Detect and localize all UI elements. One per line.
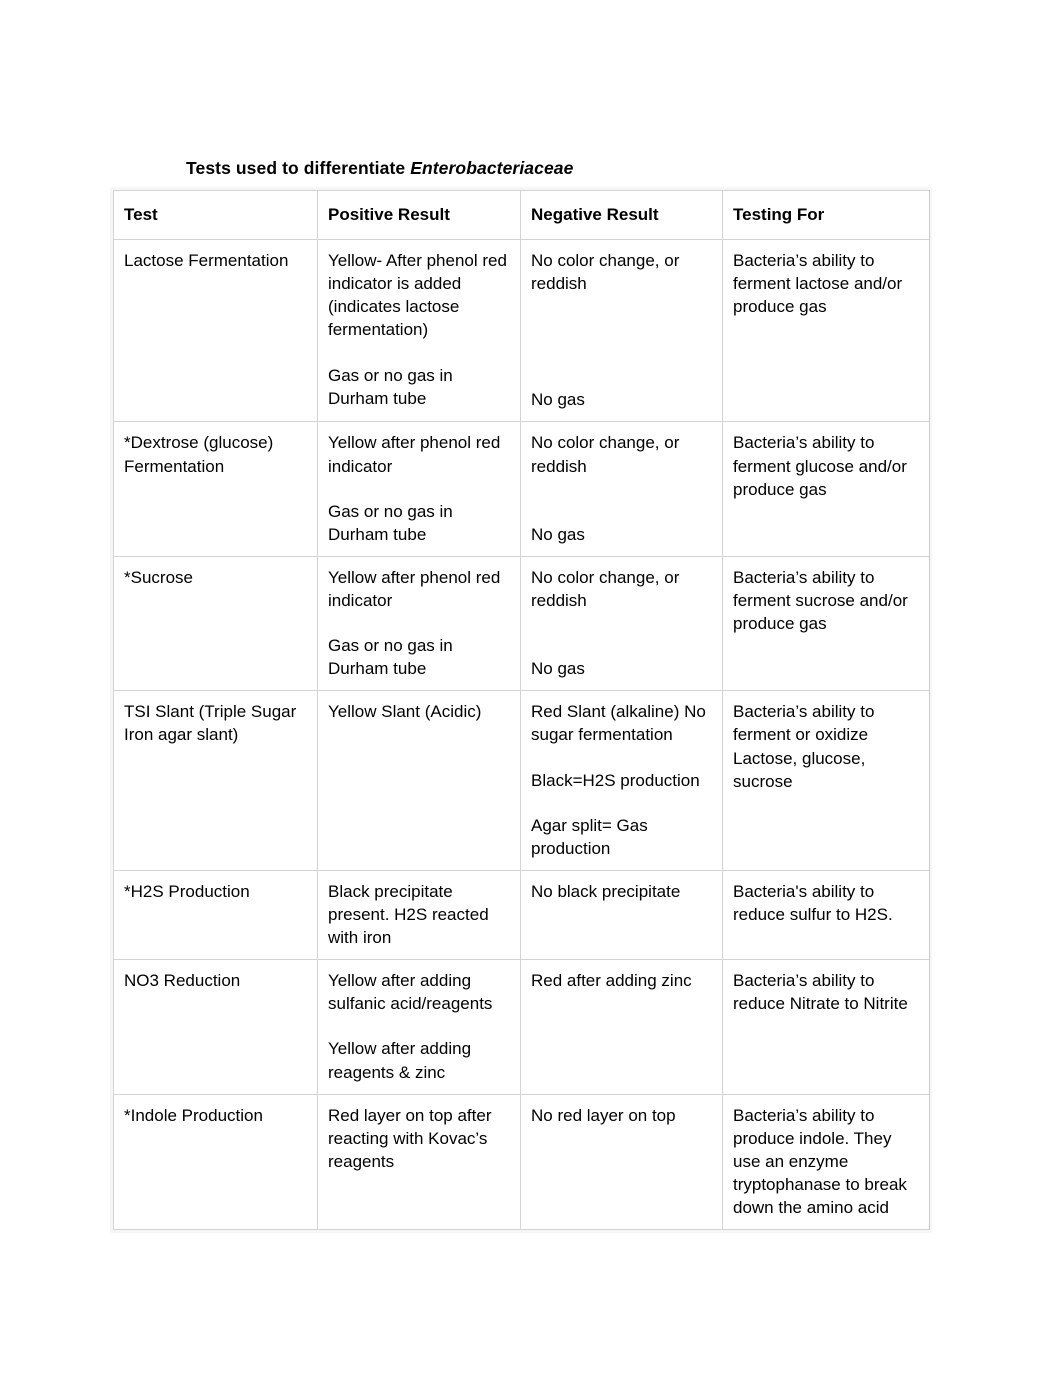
table-row: Lactose Fermentation Yellow- After pheno… — [113, 239, 930, 423]
cell-positive-result: Black precipitate present. H2S reacted w… — [317, 869, 521, 961]
cell-positive-result: Yellow after phenol red indicator Gas or… — [317, 555, 521, 692]
cell-negative-result: Red after adding zinc — [520, 959, 723, 1095]
negative-note-primary: No red layer on top — [531, 1105, 676, 1125]
table-row: *Dextrose (glucose) Fermentation Yellow … — [113, 421, 930, 557]
cell-testing-for: Bacteria's ability to reduce sulfur to H… — [722, 869, 930, 961]
cell-positive-result: Yellow after adding sulfanic acid/reagen… — [317, 959, 521, 1095]
cell-test-name: TSI Slant (Triple Sugar Iron agar slant) — [113, 690, 318, 871]
negative-note-gas: No gas — [531, 390, 585, 410]
column-header-test: Test — [113, 189, 318, 241]
column-header-testing-for: Testing For — [722, 189, 930, 241]
negative-note-primary: No color change, or reddish — [531, 433, 680, 476]
table-row: NO3 Reduction Yellow after adding sulfan… — [113, 959, 930, 1095]
positive-note-gas: Gas or no gas in Durham tube — [328, 365, 453, 408]
document-page: Tests used to differentiate Enterobacter… — [0, 0, 1062, 1377]
column-header-positive-result: Positive Result — [317, 189, 521, 241]
negative-note-gas: No gas — [531, 524, 585, 544]
table-row: *H2S Production Black precipitate presen… — [113, 869, 930, 961]
table-header-row: Test Positive Result Negative Result Tes… — [113, 189, 930, 241]
cell-negative-result: No color change, or reddish No gas — [520, 239, 723, 423]
cell-testing-for: Bacteria’s ability to reduce Nitrate to … — [722, 959, 930, 1095]
cell-test-name: Lactose Fermentation — [113, 239, 318, 423]
cell-testing-for: Bacteria’s ability to ferment glucose an… — [722, 421, 930, 557]
negative-note-primary: No color change, or reddish — [531, 251, 680, 294]
cell-test-name: *Dextrose (glucose) Fermentation — [113, 421, 318, 557]
negative-note-primary: No color change, or reddish — [531, 567, 680, 610]
negative-note-primary: Red after adding zinc — [531, 971, 692, 991]
positive-note-primary: Black precipitate present. H2S reacted w… — [328, 881, 489, 948]
positive-note-primary: Yellow- After phenol red indicator is ad… — [328, 251, 507, 340]
cell-testing-for: Bacteria’s ability to ferment or oxidize… — [722, 690, 930, 871]
cell-positive-result: Yellow- After phenol red indicator is ad… — [317, 239, 521, 423]
cell-negative-result: Red Slant (alkaline) No sugar fermentati… — [520, 690, 723, 871]
cell-test-name: *Sucrose — [113, 555, 318, 692]
negative-note-primary: Red Slant (alkaline) No sugar fermentati… — [531, 702, 706, 745]
cell-negative-result: No red layer on top — [520, 1093, 723, 1231]
cell-test-name: NO3 Reduction — [113, 959, 318, 1095]
column-header-negative-result: Negative Result — [520, 189, 723, 241]
tests-table: Test Positive Result Negative Result Tes… — [113, 189, 930, 1231]
cell-positive-result: Red layer on top after reacting with Kov… — [317, 1093, 521, 1231]
cell-positive-result: Yellow after phenol red indicator Gas or… — [317, 421, 521, 557]
negative-note-gas: Agar split= Gas production — [531, 815, 648, 858]
cell-positive-result: Yellow Slant (Acidic) — [317, 690, 521, 871]
table-row: TSI Slant (Triple Sugar Iron agar slant)… — [113, 690, 930, 871]
table-row: *Indole Production Red layer on top afte… — [113, 1093, 930, 1231]
negative-note-primary: No black precipitate — [531, 881, 681, 901]
positive-note-primary: Yellow after phenol red indicator — [328, 567, 501, 610]
positive-note-zinc: Yellow after adding reagents & zinc — [328, 1039, 472, 1082]
cell-testing-for: Bacteria’s ability to produce indole. Th… — [722, 1093, 930, 1231]
positive-note-primary: Yellow Slant (Acidic) — [328, 702, 482, 722]
negative-note-gas: No gas — [531, 659, 585, 679]
page-title-species: Enterobacteriaceae — [410, 158, 574, 178]
page-title: Tests used to differentiate Enterobacter… — [186, 158, 573, 179]
positive-note-primary: Yellow after adding sulfanic acid/reagen… — [328, 971, 493, 1014]
positive-note-gas: Gas or no gas in Durham tube — [328, 636, 453, 679]
cell-testing-for: Bacteria’s ability to ferment sucrose an… — [722, 555, 930, 692]
cell-negative-result: No black precipitate — [520, 869, 723, 961]
positive-note-primary: Red layer on top after reacting with Kov… — [328, 1105, 492, 1171]
page-title-prefix: Tests used to differentiate — [186, 158, 411, 178]
table-row: *Sucrose Yellow after phenol red indicat… — [113, 555, 930, 692]
cell-negative-result: No color change, or reddish No gas — [520, 421, 723, 557]
positive-note-gas: Gas or no gas in Durham tube — [328, 501, 453, 544]
cell-testing-for: Bacteria’s ability to ferment lactose an… — [722, 239, 930, 423]
positive-note-primary: Yellow after phenol red indicator — [328, 433, 501, 476]
cell-test-name: *H2S Production — [113, 869, 318, 961]
cell-test-name: *Indole Production — [113, 1093, 318, 1231]
negative-note-h2s: Black=H2S production — [531, 770, 700, 790]
cell-negative-result: No color change, or reddish No gas — [520, 555, 723, 692]
tests-table-container: Test Positive Result Negative Result Tes… — [113, 189, 930, 1231]
